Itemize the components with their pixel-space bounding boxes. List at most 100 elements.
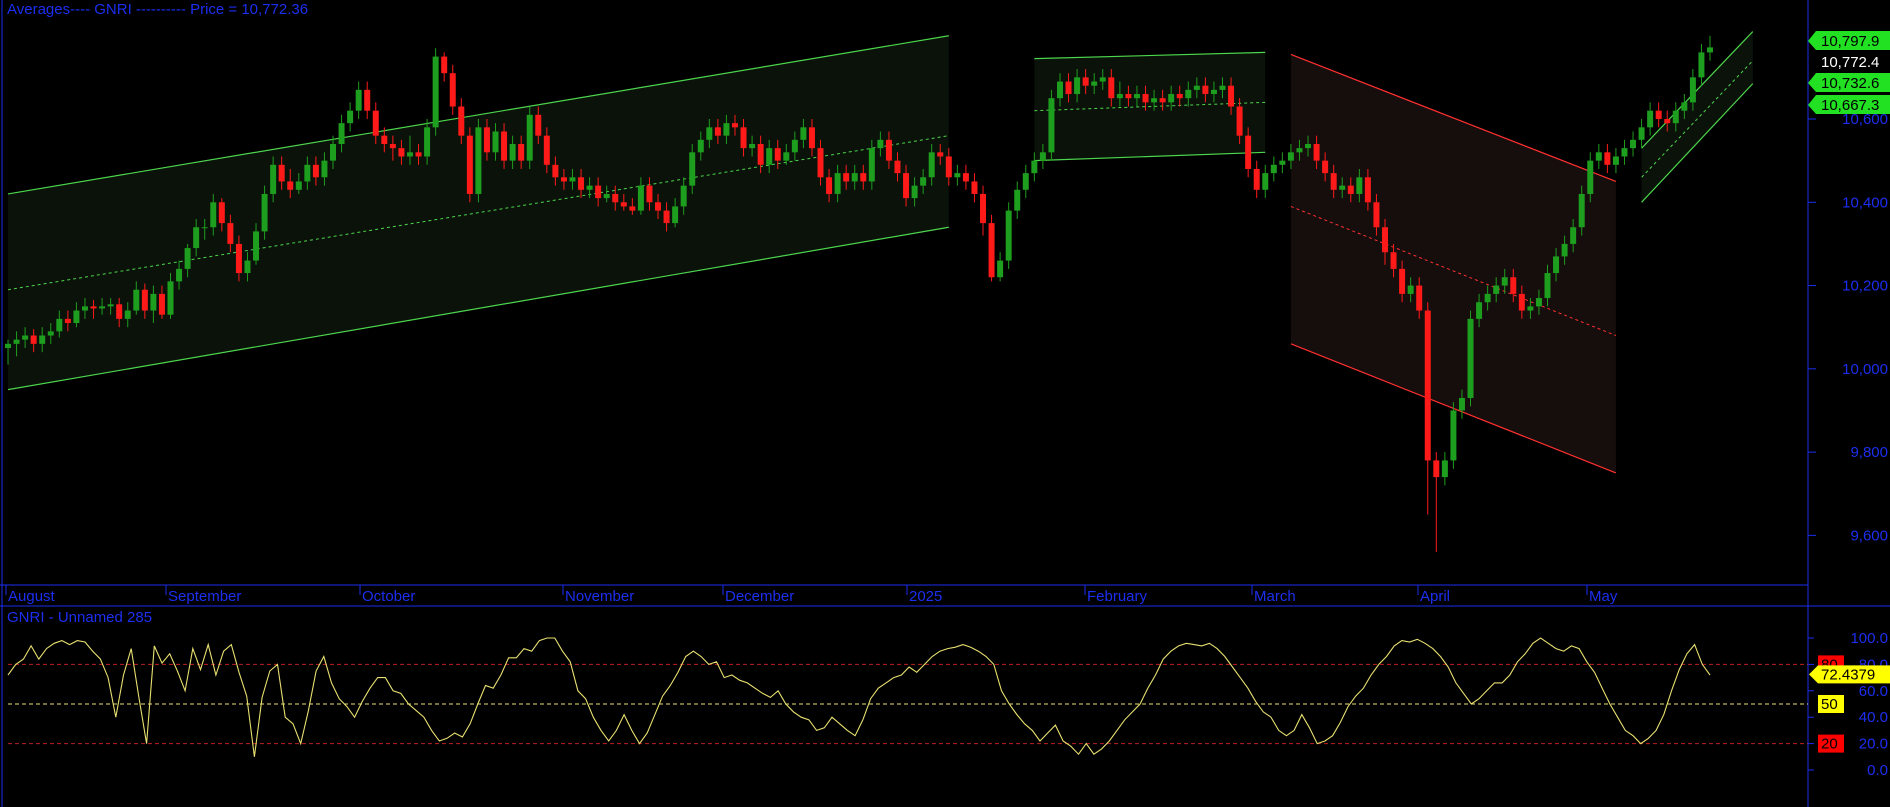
candle-up — [637, 185, 644, 211]
candle-down — [235, 243, 242, 274]
oscillator-tick-label: 20.0 — [1859, 736, 1888, 753]
candle-up — [1553, 256, 1560, 274]
candle-up — [1630, 139, 1637, 149]
candle-down — [364, 89, 371, 111]
candle-up — [1022, 173, 1029, 190]
price-tag-arrow — [1808, 31, 1816, 50]
candle-down — [1330, 173, 1337, 190]
candle-up — [1570, 227, 1577, 244]
candle-up — [107, 304, 114, 307]
oscillator-marker: 20 — [1818, 734, 1844, 753]
oscillator-tick-label: 40.0 — [1859, 709, 1888, 726]
candle-up — [509, 143, 516, 161]
candle-down — [441, 56, 448, 74]
candle-down — [860, 173, 867, 182]
candle-up — [167, 281, 174, 315]
price-tag-value: 10,772.4 — [1821, 54, 1879, 71]
price-tag-value: 10,732.6 — [1821, 75, 1879, 92]
candle-down — [894, 160, 901, 174]
candle-up — [1116, 94, 1123, 99]
candle-up — [81, 306, 88, 311]
candle-down — [552, 164, 559, 178]
candle-down — [595, 185, 602, 199]
candle-down — [1202, 85, 1209, 95]
candle-up — [697, 139, 704, 153]
candle-up — [569, 177, 576, 182]
candle-down — [1416, 285, 1423, 311]
candle-down — [1433, 460, 1440, 478]
price-tag-value: 10,667.3 — [1821, 97, 1879, 114]
time-axis-label: May — [1589, 588, 1618, 605]
candle-down — [1065, 81, 1072, 95]
candle-down — [655, 202, 662, 211]
candle-down — [731, 123, 738, 128]
candle-up — [73, 310, 80, 324]
oscillator-marker-label: 20 — [1821, 736, 1838, 753]
candle-up — [1014, 189, 1021, 211]
candle-down — [962, 173, 969, 182]
oscillator-line — [7, 637, 1711, 757]
candle-up — [689, 152, 696, 186]
candle-down — [1142, 94, 1149, 103]
candle-up — [749, 143, 756, 149]
candle-up — [868, 148, 875, 182]
candle-down — [826, 177, 833, 194]
candle-up — [432, 56, 439, 128]
candle-up — [791, 139, 798, 153]
candle-down — [1655, 110, 1662, 120]
candle-up — [1005, 210, 1012, 261]
oscillator-pane: 0.020.040.060.080.0100.08072.43795020 — [7, 630, 1890, 779]
price-pane: August September October November December 20… — [0, 0, 1890, 807]
candle-up — [1501, 277, 1508, 286]
candle-down — [663, 210, 670, 224]
candle-up — [1091, 81, 1098, 86]
candle-down — [1399, 268, 1406, 294]
candle-up — [1056, 81, 1063, 99]
candle-down — [287, 181, 294, 190]
oscillator-marker-label: 72.4379 — [1821, 666, 1875, 683]
candle-down — [714, 127, 721, 136]
candle-down — [218, 202, 225, 224]
candle-up — [1450, 410, 1457, 461]
candle-up — [184, 248, 191, 269]
candle-up — [321, 160, 328, 178]
candle-up — [1638, 127, 1645, 140]
candle-up — [1561, 243, 1568, 257]
candle-up — [13, 339, 20, 344]
candle-up — [1544, 273, 1551, 299]
time-axis-label: April — [1420, 588, 1450, 605]
oscillator-marker: 50 — [1818, 695, 1844, 713]
candle-down — [64, 318, 71, 324]
candle-up — [56, 318, 63, 332]
time-axis-label: September — [168, 588, 241, 605]
candle-up — [1210, 89, 1217, 95]
candle-up — [928, 152, 935, 178]
candle-up — [1672, 110, 1679, 124]
candle-down — [1245, 135, 1252, 169]
candle-down — [501, 131, 508, 161]
candle-down — [612, 193, 619, 203]
candle-up — [1458, 397, 1465, 411]
candle-up — [270, 164, 277, 194]
candle-down — [535, 114, 542, 136]
candle-down — [646, 185, 653, 203]
candle-down — [1253, 168, 1260, 190]
candle-down — [1322, 160, 1329, 174]
price-tick-label: 10,200 — [1842, 278, 1888, 295]
candle-down — [620, 202, 627, 207]
candle-up — [603, 193, 610, 199]
oscillator-marker-arrow — [1809, 665, 1818, 684]
candle-up — [124, 310, 131, 319]
candle-down — [458, 106, 465, 136]
candle-down — [885, 139, 892, 161]
candle-up — [39, 335, 46, 344]
candle-down — [543, 135, 550, 165]
oscillator-marker-label: 50 — [1821, 696, 1838, 713]
time-axis-label: October — [362, 588, 415, 605]
candle-down — [980, 193, 987, 224]
candle-up — [1587, 160, 1594, 194]
candle-up — [304, 164, 311, 182]
candle-up — [1356, 177, 1363, 194]
oscillator-tick-label: 60.0 — [1859, 683, 1888, 700]
candle-down — [90, 306, 97, 309]
